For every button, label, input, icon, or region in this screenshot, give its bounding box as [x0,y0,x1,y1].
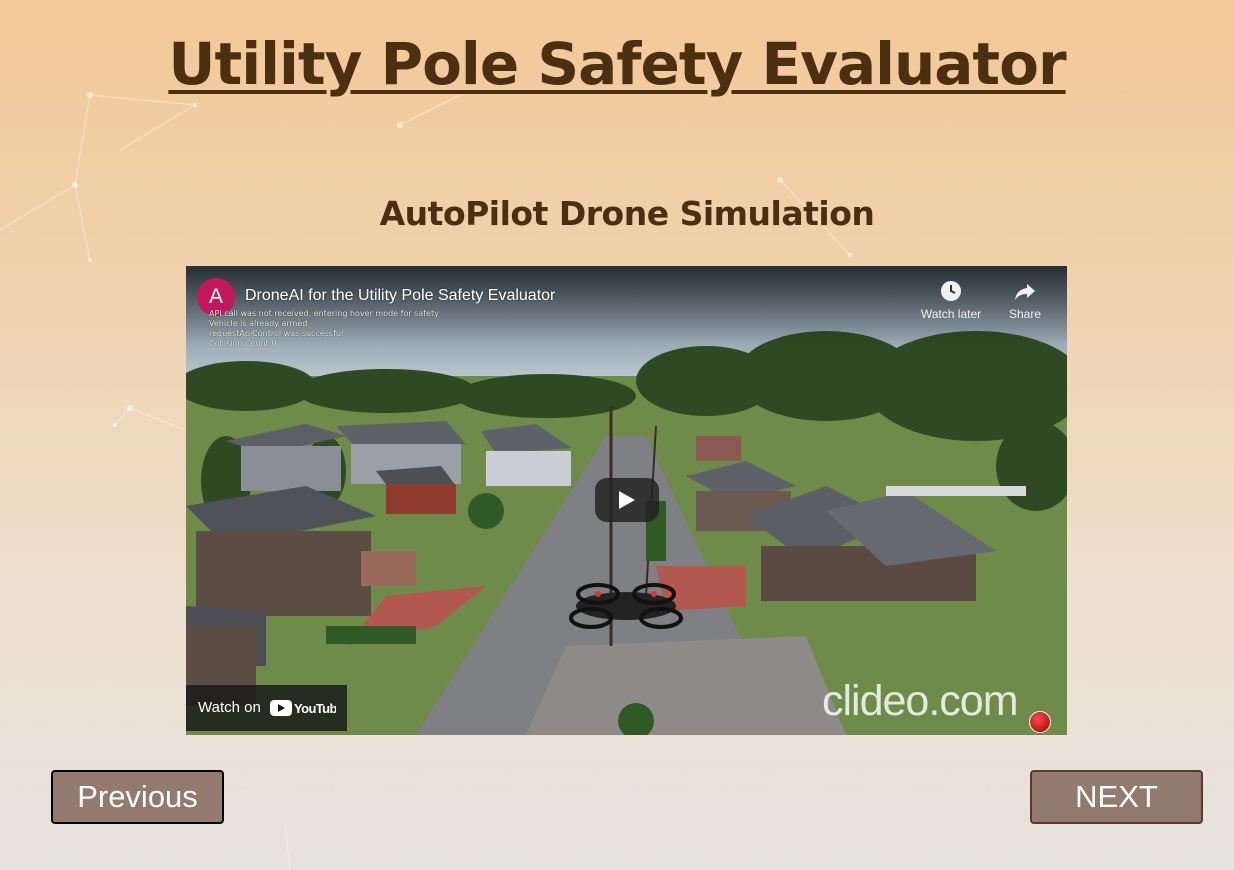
share-icon [1015,284,1035,300]
watch-on-youtube-button[interactable]: Watch on YouTube [186,685,347,731]
log-line: Vehicle is already armed [209,319,308,328]
clideo-watermark: clideo.com [822,677,1019,725]
watch-on-label: Watch on [198,699,261,716]
youtube-logo-icon: YouTube [270,700,336,716]
play-button[interactable] [595,478,659,522]
share-label: Share [1008,307,1042,321]
log-line: API call was not received, entering hove… [209,309,439,318]
video-title-link[interactable]: DroneAI for the Utility Pole Safety Eval… [245,287,555,305]
video-embed[interactable]: A DroneAI for the Utility Pole Safety Ev… [186,266,1067,735]
simulation-log-overlay: API call was not received, entering hove… [209,309,439,349]
log-line: requestApiControl was successful [209,329,344,338]
log-line: Collision Count:0 [209,339,277,348]
watch-later-label: Watch later [920,307,982,321]
play-icon [619,491,635,509]
watch-later-button[interactable]: Watch later [914,278,988,321]
next-button[interactable]: NEXT [1030,770,1203,824]
youtube-logo-text: YouTube [294,701,336,716]
rec-indicator-icon [1029,711,1051,733]
clock-icon [941,281,961,301]
page-title: Utility Pole Safety Evaluator [168,30,1066,98]
section-subtitle: AutoPilot Drone Simulation [379,194,875,233]
previous-button[interactable]: Previous [51,770,224,824]
share-button[interactable]: Share [1002,278,1048,321]
